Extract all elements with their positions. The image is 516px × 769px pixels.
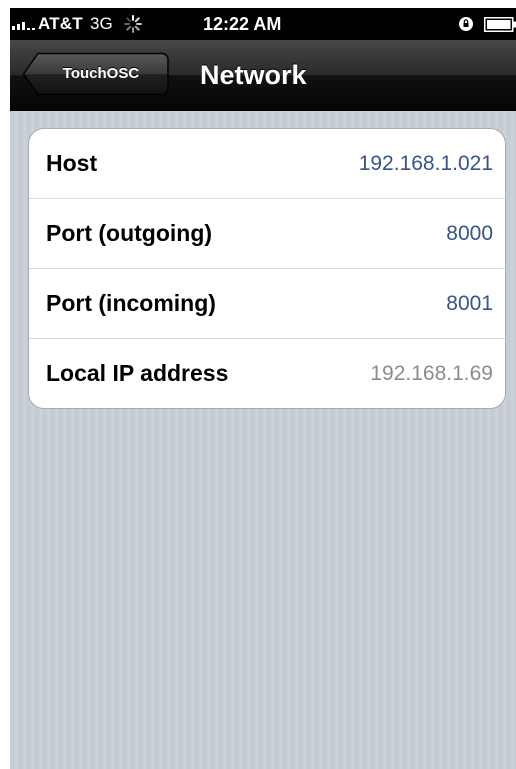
network-type: 3G (90, 14, 113, 33)
navigation-bar: TouchOSC Network (10, 40, 516, 111)
local-ip-label: Local IP address (46, 360, 229, 386)
back-button-label: TouchOSC (62, 65, 140, 82)
signal-strength-icon (12, 22, 35, 30)
rotation-lock-icon (459, 17, 473, 31)
port-incoming-label: Port (incoming) (46, 290, 216, 316)
carrier-name: AT&T (38, 14, 83, 33)
port-outgoing-label: Port (outgoing) (46, 220, 213, 246)
network-activity-icon (124, 15, 142, 33)
host-value[interactable]: 192.168.1.021 (359, 129, 493, 198)
port-incoming-value[interactable]: 8001 (446, 269, 493, 338)
host-label: Host (46, 150, 98, 176)
settings-row-host[interactable]: Host 192.168.1.021 (29, 129, 505, 199)
network-settings-group: Host 192.168.1.021 Port (outgoing) 8000 … (28, 128, 506, 409)
phone-screen: AT&T 3G 12:22 AM TouchOSC Network Host 1… (10, 8, 516, 769)
page-title: Network (200, 60, 307, 90)
battery-icon (484, 17, 516, 32)
port-outgoing-value[interactable]: 8000 (446, 199, 493, 268)
status-time: 12:22 AM (203, 14, 282, 34)
local-ip-value: 192.168.1.69 (370, 362, 493, 385)
back-button[interactable]: TouchOSC (22, 52, 170, 96)
settings-row-port-incoming[interactable]: Port (incoming) 8001 (29, 269, 505, 339)
settings-row-port-outgoing[interactable]: Port (outgoing) 8000 (29, 199, 505, 269)
status-bar: AT&T 3G 12:22 AM (10, 8, 516, 40)
settings-row-local-ip: Local IP address 192.168.1.69 (29, 339, 505, 408)
